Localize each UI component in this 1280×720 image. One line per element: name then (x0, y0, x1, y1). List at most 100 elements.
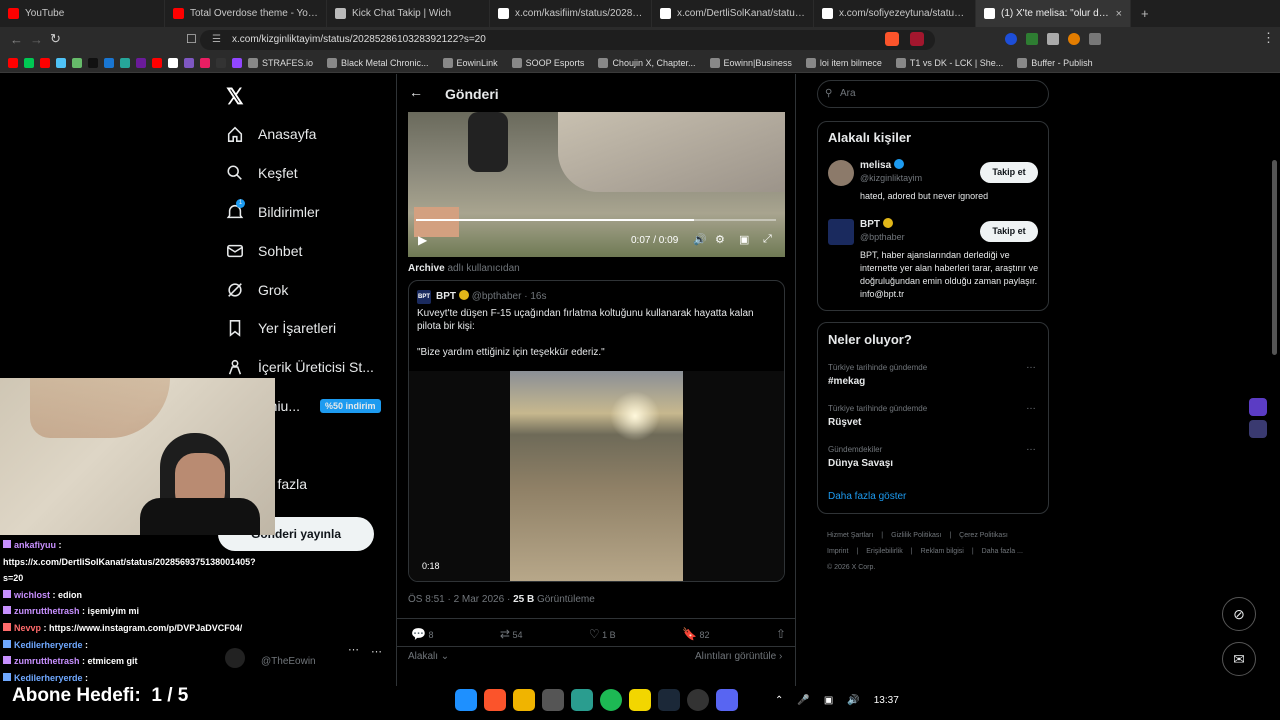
relevance-dropdown[interactable]: Alakalı ⌄ (408, 651, 449, 662)
close-tab-icon[interactable]: × (1116, 8, 1122, 20)
windows-start-icon[interactable] (455, 689, 477, 711)
bookmark-item[interactable]: loi item bilmece (805, 57, 882, 68)
trend-name[interactable]: Dünya Savaşı (828, 458, 893, 469)
folder-icon[interactable] (513, 689, 535, 711)
quotes-link[interactable]: Alıntıları görüntüle › (695, 651, 782, 662)
bookmark-favicon-icon[interactable] (200, 57, 210, 68)
bookmark-item[interactable]: STRAFES.io (248, 57, 313, 68)
bookmark-item[interactable]: Black Metal Chronic... (327, 57, 429, 68)
volume-icon[interactable]: 🔊 (847, 695, 859, 706)
sidebar-item[interactable]: İçerik Üreticisi St... (226, 358, 374, 376)
back-icon[interactable]: ← (10, 32, 23, 47)
extension-icon[interactable] (1005, 33, 1017, 45)
bookmark-favicon-icon[interactable] (56, 57, 66, 68)
brave-shield-icon[interactable] (885, 32, 899, 46)
trend-more-icon[interactable]: … (1026, 401, 1036, 412)
trend-name[interactable]: #mekag (828, 376, 865, 387)
bookmark-favicon-icon[interactable] (232, 57, 242, 68)
follow-button[interactable]: Takip et (980, 162, 1038, 183)
reload-icon[interactable]: ↻ (50, 31, 61, 47)
brave-icon[interactable] (484, 689, 506, 711)
browser-tab[interactable]: x.com/DertliSolKanat/status/2028569... (652, 0, 814, 27)
bookmark-favicon-icon[interactable] (104, 57, 114, 68)
network-icon[interactable]: ▣ (824, 695, 833, 706)
follow-button[interactable]: Takip et (980, 221, 1038, 242)
bookmark-favicon-icon[interactable] (72, 57, 82, 68)
clock[interactable]: 13:37 (874, 695, 899, 706)
bookmark-item[interactable]: SOOP Esports (511, 57, 584, 68)
bookmark-item[interactable]: Buffer - Publish (1017, 57, 1093, 68)
browser-tab[interactable]: YouTube (0, 0, 165, 27)
bookmark-favicon-icon[interactable] (24, 57, 34, 68)
brave-rewards-icon[interactable] (910, 32, 924, 46)
bookmark-favicon-icon[interactable] (120, 57, 130, 68)
show-more-link[interactable]: Daha fazla göster (828, 491, 906, 502)
x-logo-icon[interactable]: 𝕏 (226, 84, 244, 110)
reply-button[interactable]: 💬 8 (411, 627, 433, 641)
footer-link[interactable]: Erişilebilirlik (866, 548, 903, 555)
steam-icon[interactable] (658, 689, 680, 711)
side-extension-icon[interactable] (1249, 398, 1267, 416)
puzzle-icon[interactable] (1089, 33, 1101, 45)
quote-author[interactable]: BPT (436, 291, 456, 302)
menu-icon[interactable]: ⋮ (1262, 30, 1275, 46)
person-name-line[interactable]: BPT (860, 218, 893, 230)
like-button[interactable]: ♡ 1 B (589, 627, 616, 641)
app-icon[interactable] (571, 689, 593, 711)
bookmark-favicon-icon[interactable] (88, 57, 98, 68)
play-icon[interactable]: ▶ (418, 233, 427, 247)
forward-icon[interactable]: → (30, 32, 43, 47)
extension-icon[interactable] (1026, 33, 1038, 45)
trend-more-icon[interactable]: … (1026, 442, 1036, 453)
quoted-post[interactable]: BPT BPT @bpthaber · 16s Kuveyt'te düşen … (408, 280, 785, 582)
trend-more-icon[interactable]: … (1026, 360, 1036, 371)
footer-link[interactable]: Gizlilik Politikası (891, 532, 941, 539)
bookmark-item[interactable]: Eowinn|Business (709, 57, 792, 68)
main-video[interactable]: ▶ 0:07 / 0:09 🔊 ⚙ ▣ ⤢ (408, 112, 785, 257)
sidebar-item[interactable]: Keşfet (226, 164, 298, 182)
mic-icon[interactable]: 🎤 (797, 695, 809, 706)
quote-video-area[interactable]: 0:18 (409, 371, 784, 581)
sidebar-item[interactable]: Grok (226, 281, 288, 299)
account-more-icon[interactable]: ⋯ (371, 645, 382, 658)
bookmark-favicon-icon[interactable] (216, 57, 226, 68)
search-input[interactable]: ⚲ Ara (817, 80, 1049, 108)
bookmark-favicon-icon[interactable] (152, 57, 162, 68)
fullscreen-icon[interactable]: ⤢ (763, 233, 772, 246)
chevron-up-icon[interactable]: ⌃ (775, 695, 783, 706)
bookmark-item[interactable]: T1 vs DK - LCK | She... (895, 57, 1003, 68)
pip-icon[interactable]: ▣ (739, 233, 749, 246)
settings-icon[interactable]: ⚙ (715, 233, 725, 246)
discord-icon[interactable] (716, 689, 738, 711)
scrollbar-thumb[interactable] (1272, 160, 1277, 355)
archive-label[interactable]: Archive (408, 263, 445, 274)
browser-tab[interactable]: Kick Chat Takip | Wich (327, 0, 490, 27)
sidebar-item[interactable]: 1 Bildirimler (226, 199, 319, 221)
bookmark-favicon-icon[interactable] (168, 57, 178, 68)
grok-fab[interactable]: ⊘ (1222, 597, 1256, 631)
bookmark-page-icon[interactable]: ☐ (186, 32, 197, 46)
share-icon[interactable]: ⇧ (776, 627, 786, 641)
tool-icon[interactable] (542, 689, 564, 711)
browser-tab[interactable]: x.com/sofiyezeytuna/status/202863... (814, 0, 976, 27)
volume-icon[interactable]: 🔊 (693, 233, 707, 246)
sidebar-item[interactable]: Anasayfa (226, 125, 316, 143)
footer-link[interactable]: Çerez Politikası (959, 532, 1008, 539)
account-menu-icon[interactable]: ⋯ (348, 643, 359, 656)
extension-icon[interactable] (1047, 33, 1059, 45)
person-avatar[interactable] (828, 160, 854, 186)
person-avatar[interactable] (828, 219, 854, 245)
bookmark-favicon-icon[interactable] (184, 57, 194, 68)
bookmark-favicon-icon[interactable] (8, 57, 18, 68)
bookmark-item[interactable]: Choujin X, Chapter... (598, 57, 696, 68)
footer-link[interactable]: Imprint (827, 548, 848, 555)
bookmark-favicon-icon[interactable] (40, 57, 50, 68)
messages-fab[interactable]: ✉ (1222, 642, 1256, 676)
browser-tab[interactable]: x.com/kasifiim/status/20286127570... (490, 0, 652, 27)
repost-button[interactable]: ⇄ 54 (500, 627, 523, 641)
bpt-avatar[interactable]: BPT (417, 290, 431, 304)
quote-video[interactable] (510, 371, 683, 581)
footer-link[interactable]: Daha fazla ... (982, 548, 1023, 555)
site-info-icon[interactable]: ☰ (212, 30, 221, 50)
sidebar-item[interactable]: Yer İşaretleri (226, 319, 336, 337)
